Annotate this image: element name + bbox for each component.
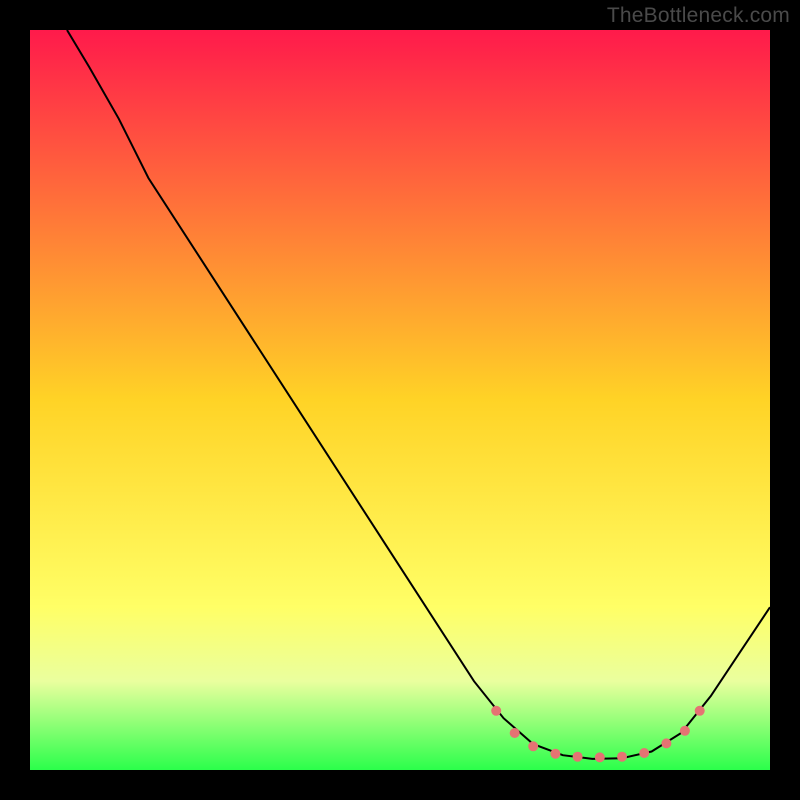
plot-area xyxy=(30,30,770,770)
marker-dot xyxy=(680,726,690,736)
marker-dot xyxy=(595,752,605,762)
chart-svg xyxy=(30,30,770,770)
watermark-text: TheBottleneck.com xyxy=(607,4,790,28)
marker-dot xyxy=(491,706,501,716)
marker-dot xyxy=(639,748,649,758)
marker-dot xyxy=(573,752,583,762)
marker-dot xyxy=(661,738,671,748)
marker-dot xyxy=(695,706,705,716)
marker-dot xyxy=(550,749,560,759)
gradient-background xyxy=(30,30,770,770)
marker-dot xyxy=(510,728,520,738)
chart-container: TheBottleneck.com xyxy=(0,0,800,800)
marker-dot xyxy=(528,741,538,751)
marker-dot xyxy=(617,752,627,762)
